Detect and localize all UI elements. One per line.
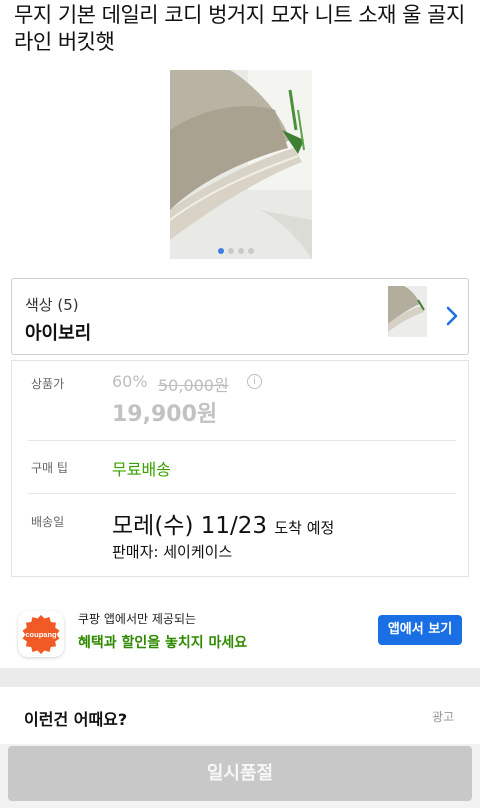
recommendation-header: 이런건 어때요? 광고 <box>0 687 480 745</box>
pagination-dot[interactable] <box>238 248 244 254</box>
divider <box>28 440 456 441</box>
discount-rate: 60% <box>112 372 148 391</box>
chevron-right-icon <box>446 306 458 326</box>
free-shipping-text: 무료배송 <box>112 460 171 479</box>
delivery-date: 모레(수) 11/23 <box>112 513 268 539</box>
delivery-label: 배송일 <box>31 515 65 529</box>
pagination-dot[interactable] <box>218 248 224 254</box>
purchase-tip-label: 구매 팁 <box>31 461 68 475</box>
sale-price: 19,900원 <box>112 402 218 427</box>
banner-headline: 혜택과 할인을 놓치지 마세요 <box>78 635 248 651</box>
original-price: 50,000원 <box>158 376 229 395</box>
product-info-panel: 상품가 60% 50,000원 i 19,900원 구매 팁 무료배송 배송일 … <box>11 360 469 577</box>
product-image[interactable] <box>170 70 312 259</box>
image-pagination[interactable] <box>218 248 254 254</box>
coupang-logo-icon: coupang <box>18 611 64 657</box>
color-option-value: 아이보리 <box>25 323 92 344</box>
color-option-thumbnail <box>388 286 427 337</box>
price-label: 상품가 <box>31 377 65 391</box>
bottom-action-bar: 일시품절 <box>0 744 480 808</box>
app-promo-banner: coupang 쿠팡 앱에서만 제공되는 혜택과 할인을 놓치지 마세요 앱에서… <box>0 592 480 668</box>
logo-text: coupang <box>25 630 57 639</box>
seller-name: 판매자: 세이케이스 <box>112 543 233 561</box>
section-divider <box>0 668 480 687</box>
ad-label[interactable]: 광고 <box>432 708 454 725</box>
divider <box>28 493 456 494</box>
delivery-estimate: 모레(수) 11/23 도착 예정 <box>112 506 334 540</box>
delivery-suffix: 도착 예정 <box>274 519 335 537</box>
recommendation-title: 이런건 어때요? <box>24 710 128 729</box>
pagination-dot[interactable] <box>248 248 254 254</box>
pagination-dot[interactable] <box>228 248 234 254</box>
info-icon[interactable]: i <box>247 374 262 389</box>
open-in-app-button[interactable]: 앱에서 보기 <box>378 615 462 645</box>
product-title: 무지 기본 데일리 코디 벙거지 모자 니트 소재 울 골지 라인 버킷햇 <box>14 3 465 54</box>
banner-subtitle: 쿠팡 앱에서만 제공되는 <box>78 612 197 626</box>
color-option-selector[interactable]: 색상 (5) 아이보리 <box>11 278 469 355</box>
sold-out-button[interactable]: 일시품절 <box>8 746 472 801</box>
color-option-label: 색상 (5) <box>25 296 79 314</box>
